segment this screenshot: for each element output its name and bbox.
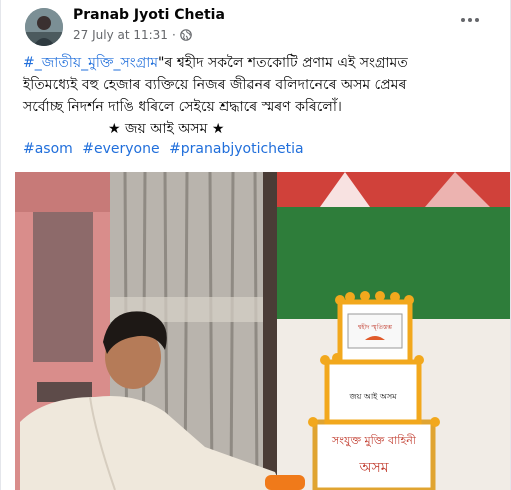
post-line-1-rest: "ৰ শ্বহীদ সকলৈ শতকোটি প্ৰণাম এই সংগ্ৰামত: [158, 55, 408, 71]
plaque-bottom-line-2: অসম: [358, 460, 388, 476]
globe-icon: [179, 29, 192, 41]
plaque-top-text: শ্বহীদ স্মৃতিস্তম্ভ: [357, 323, 392, 331]
post-header: Pranab Jyoti Chetia 27 July at 11:31 ·: [15, 6, 495, 48]
post-line-3: সৰ্বোচ্ছ নিদৰ্শন দাঙি ধৰিলে সেইয়ে শ্ৰদ্…: [23, 99, 342, 115]
post-photo[interactable]: শ্বহীদ স্মৃতিস্তম্ভ জয় আই অসম সংযুক্ত ম…: [15, 172, 510, 490]
hashtag-asom[interactable]: #asom: [23, 141, 73, 157]
post-line-4: ★ জয় আই অসম ★: [108, 121, 225, 137]
hashtag-everyone[interactable]: #everyone: [82, 141, 159, 157]
separator: ·: [171, 28, 176, 42]
plaque-bottom-line-1: সংযুক্ত মুক্তি বাহিনী: [331, 434, 417, 447]
more-options-icon[interactable]: [455, 8, 485, 32]
post-text: #_জাতীয়_মুক্তি_সংগ্ৰাম"ৰ শ্বহীদ সকলৈ শত…: [23, 52, 501, 140]
hashtag-link[interactable]: #_জাতীয়_মুক্তি_সংগ্ৰাম: [23, 55, 158, 71]
author-name[interactable]: Pranab Jyoti Chetia: [73, 7, 225, 23]
plaque-mid-text: জয় আই অসম: [348, 392, 397, 401]
post-card: Pranab Jyoti Chetia 27 July at 11:31 · #…: [0, 0, 511, 490]
post-meta: 27 July at 11:31 ·: [73, 28, 192, 42]
avatar[interactable]: [25, 8, 63, 46]
hashtag-list: #asom #everyone #pranabjyotichetia: [23, 141, 309, 157]
post-timestamp[interactable]: 27 July at 11:31: [73, 28, 168, 42]
post-line-2: ইতিমধ্যেই বহু হেজাৰ ব্যক্তিয়ে নিজৰ জীৱন…: [23, 77, 407, 93]
post-line-1: #_জাতীয়_মুক্তি_সংগ্ৰাম"ৰ শ্বহীদ সকলৈ শত…: [23, 52, 501, 74]
hashtag-pranabjyotichetia[interactable]: #pranabjyotichetia: [169, 141, 304, 157]
